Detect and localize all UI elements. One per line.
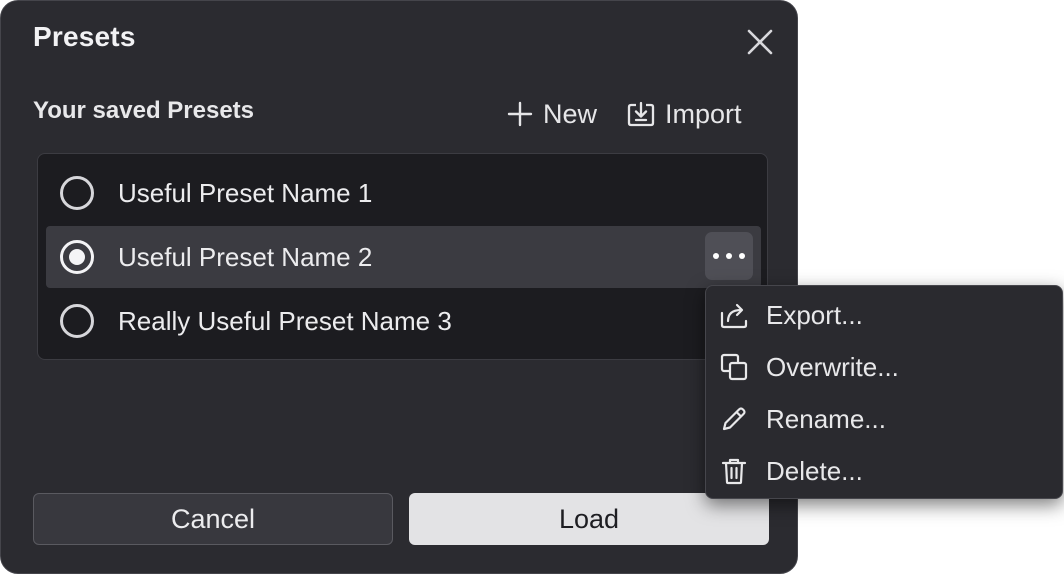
menu-item-export-label: Export... — [766, 299, 863, 330]
menu-item-delete[interactable]: Delete... — [714, 446, 1054, 496]
trash-icon — [716, 456, 752, 486]
preset-radio-1[interactable] — [60, 176, 94, 210]
radio-selected-dot — [69, 249, 85, 265]
overwrite-icon — [716, 352, 752, 382]
more-options-button[interactable] — [705, 232, 753, 280]
import-icon — [627, 101, 655, 127]
preset-label-1: Useful Preset Name 1 — [118, 177, 373, 208]
close-button[interactable] — [741, 23, 779, 61]
load-button[interactable]: Load — [409, 493, 769, 545]
preset-row-2[interactable]: Useful Preset Name 2 — [46, 226, 761, 288]
preset-row-1[interactable]: Useful Preset Name 1 — [46, 162, 761, 224]
menu-item-overwrite[interactable]: Overwrite... — [714, 342, 1054, 392]
preset-context-menu: Export... Overwrite... Rename... Delete.… — [705, 285, 1063, 499]
dialog-title: Presets — [33, 21, 136, 52]
menu-item-delete-label: Delete... — [766, 455, 863, 486]
import-label: Import — [665, 98, 742, 129]
export-icon — [716, 301, 752, 329]
preset-list: Useful Preset Name 1 Useful Preset Name … — [37, 153, 768, 360]
new-preset-button[interactable]: New — [507, 95, 597, 133]
presets-dialog: Presets Your saved Presets New Import Us… — [0, 0, 798, 574]
menu-item-rename-label: Rename... — [766, 403, 886, 434]
preset-radio-2[interactable] — [60, 240, 94, 274]
menu-item-overwrite-label: Overwrite... — [766, 351, 899, 382]
section-title: Your saved Presets — [33, 97, 255, 124]
plus-icon — [507, 101, 533, 127]
menu-item-export[interactable]: Export... — [714, 290, 1054, 340]
preset-radio-3[interactable] — [60, 304, 94, 338]
close-icon — [747, 29, 773, 55]
pencil-icon — [716, 404, 752, 434]
preset-label-2: Useful Preset Name 2 — [118, 241, 373, 272]
preset-row-3[interactable]: Really Useful Preset Name 3 — [46, 290, 761, 352]
more-horizontal-icon — [713, 253, 745, 259]
menu-item-rename[interactable]: Rename... — [714, 394, 1054, 444]
cancel-button[interactable]: Cancel — [33, 493, 393, 545]
preset-label-3: Really Useful Preset Name 3 — [118, 305, 452, 336]
import-preset-button[interactable]: Import — [627, 95, 742, 133]
new-label: New — [543, 98, 598, 129]
